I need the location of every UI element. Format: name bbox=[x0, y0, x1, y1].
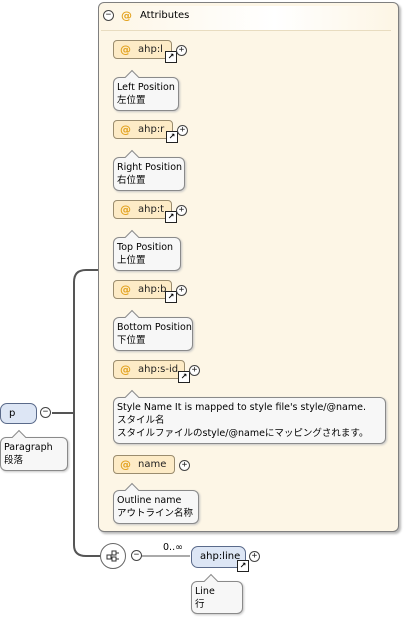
attribute-at-icon: @ bbox=[120, 458, 131, 471]
attribute-doc-line: Style Name It is mapped to style file's … bbox=[117, 402, 366, 413]
attribute-documentation: Bottom Position 下位置 bbox=[113, 317, 193, 351]
attribute-ahp-b[interactable]: @ ahp:b ↗ bbox=[113, 280, 177, 303]
attribute-documentation: Left Position 左位置 bbox=[113, 77, 179, 111]
attribute-documentation: Style Name It is mapped to style file's … bbox=[113, 397, 386, 444]
attribute-at-icon: @ bbox=[120, 203, 131, 216]
link-arrow-icon: ↗ bbox=[166, 131, 178, 143]
sequence-collapse-icon[interactable]: − bbox=[131, 550, 142, 561]
attribute-name: ahp:r bbox=[138, 124, 165, 135]
link-arrow-icon: ↗ bbox=[165, 291, 177, 303]
attribute-doc-line: 左位置 bbox=[117, 95, 146, 106]
link-arrow-icon: ↗ bbox=[178, 371, 190, 383]
attribute-name[interactable]: @ name bbox=[113, 455, 175, 474]
attribute-name: ahp:b bbox=[138, 284, 167, 295]
attribute-doc-line: Outline name bbox=[117, 495, 182, 506]
attribute-doc-line: 上位置 bbox=[117, 255, 146, 266]
link-arrow-icon: ↗ bbox=[165, 51, 177, 63]
attribute-documentation: Right Position 右位置 bbox=[113, 157, 185, 191]
child-element-ahp-line[interactable]: ahp:line ↗ bbox=[191, 546, 249, 572]
attribute-at-icon: @ bbox=[120, 363, 131, 376]
link-arrow-icon: ↗ bbox=[165, 211, 177, 223]
attribute-ahp-s-id[interactable]: @ ahp:s-id ↗ bbox=[113, 360, 190, 383]
attribute-doc-line: Right Position bbox=[117, 162, 183, 173]
root-doc-en: Paragraph bbox=[4, 442, 53, 453]
attribute-expand-icon[interactable]: + bbox=[176, 285, 187, 296]
root-collapse-icon[interactable]: − bbox=[40, 407, 51, 418]
child-expand-icon[interactable]: + bbox=[249, 551, 260, 562]
child-documentation: Line 行 bbox=[191, 581, 243, 614]
attribute-expand-icon[interactable]: + bbox=[177, 125, 188, 136]
attribute-ahp-l[interactable]: @ ahp:l ↗ bbox=[113, 40, 177, 63]
attribute-expand-icon[interactable]: + bbox=[176, 45, 187, 56]
attribute-doc-line: スタイルファイルのstyle/@nameにマッピングされます。 bbox=[117, 428, 369, 439]
attribute-expand-icon[interactable]: + bbox=[189, 365, 200, 376]
attribute-at-icon: @ bbox=[120, 43, 131, 56]
attribute-doc-line: 下位置 bbox=[117, 335, 146, 346]
root-element-name: p bbox=[9, 408, 16, 419]
attributes-collapse-icon[interactable]: − bbox=[103, 10, 114, 21]
link-arrow-icon: ↗ bbox=[237, 560, 249, 572]
attribute-name: ahp:l bbox=[138, 44, 163, 55]
attribute-ahp-r[interactable]: @ ahp:r ↗ bbox=[113, 120, 178, 143]
child-doc-en: Line bbox=[195, 586, 215, 597]
attributes-at-icon: @ bbox=[121, 9, 132, 22]
attribute-documentation: Top Position 上位置 bbox=[113, 237, 181, 271]
attribute-doc-line: Left Position bbox=[117, 82, 175, 93]
attribute-documentation: Outline name アウトライン名称 bbox=[113, 490, 199, 524]
child-doc-ja: 行 bbox=[195, 599, 205, 610]
root-doc-ja: 段落 bbox=[4, 455, 24, 466]
attribute-doc-line: Bottom Position bbox=[117, 322, 192, 333]
attribute-name: ahp:t bbox=[138, 204, 165, 215]
child-element-name: ahp:line bbox=[200, 551, 241, 562]
sequence-compositor[interactable] bbox=[100, 543, 126, 569]
attribute-at-icon: @ bbox=[120, 283, 131, 296]
attribute-name: ahp:s-id bbox=[138, 364, 179, 375]
attribute-doc-line: アウトライン名称 bbox=[117, 508, 194, 519]
attribute-expand-icon[interactable]: + bbox=[179, 460, 190, 471]
attribute-doc-line: 右位置 bbox=[117, 175, 146, 186]
root-documentation: Paragraph 段落 bbox=[0, 437, 68, 471]
attribute-at-icon: @ bbox=[120, 123, 131, 136]
attribute-expand-icon[interactable]: + bbox=[176, 205, 187, 216]
sequence-icon bbox=[106, 550, 119, 562]
attribute-name: name bbox=[138, 459, 167, 470]
attributes-group-label: Attributes bbox=[140, 10, 190, 21]
attribute-ahp-t[interactable]: @ ahp:t ↗ bbox=[113, 200, 177, 223]
attribute-doc-line: Top Position bbox=[117, 242, 174, 253]
root-element-p[interactable]: p bbox=[0, 403, 37, 424]
attribute-doc-line: スタイル名 bbox=[117, 415, 165, 426]
sequence-cardinality: 0..∞ bbox=[163, 542, 183, 553]
